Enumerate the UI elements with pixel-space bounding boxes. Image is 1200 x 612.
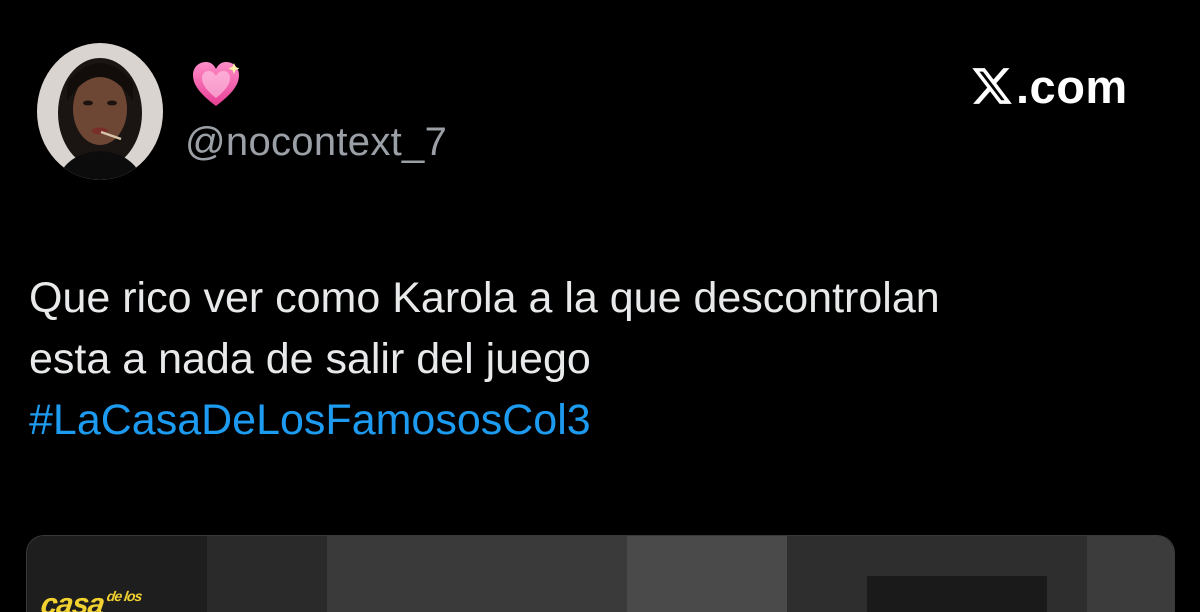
tweet-text: Que rico ver como Karola a la que descon… [29, 268, 1179, 451]
x-brand: .com [970, 59, 1128, 113]
tweet-line-1: Que rico ver como Karola a la que descon… [29, 274, 940, 322]
tweet-media[interactable]: casade los [26, 535, 1175, 612]
brand-domain-text: .com [1016, 59, 1128, 113]
sparkling-heart-icon [190, 60, 242, 110]
avatar[interactable] [37, 43, 163, 180]
media-video-frame [27, 536, 1174, 612]
hashtag-link[interactable]: #LaCasaDeLosFamososCol3 [29, 390, 1179, 451]
media-show-logo: casade los [39, 588, 143, 612]
media-logo-small-text: de los [105, 588, 143, 604]
profile-photo [37, 43, 163, 180]
x-logo-icon [972, 68, 1012, 104]
user-handle[interactable]: @nocontext_7 [185, 120, 447, 165]
tweet-line-2: esta a nada de salir del juego [29, 335, 591, 383]
media-logo-text: casa [38, 588, 107, 612]
